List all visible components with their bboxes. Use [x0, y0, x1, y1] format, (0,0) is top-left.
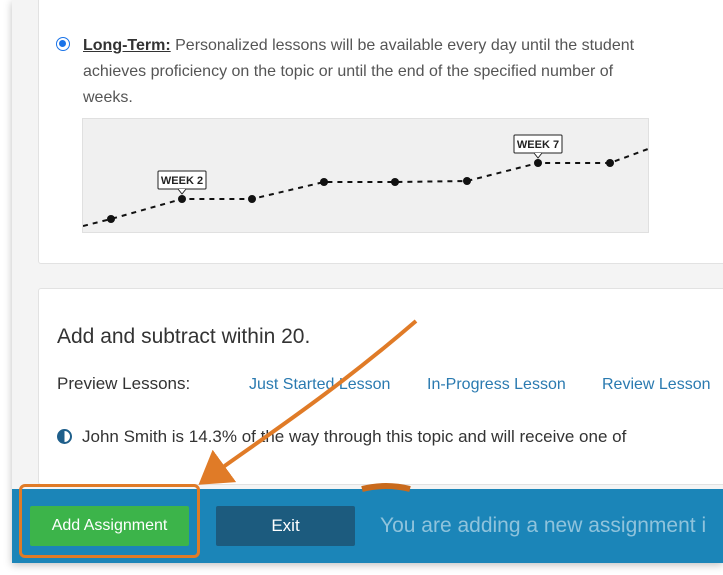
preview-lessons-label: Preview Lessons:: [57, 374, 191, 393]
timeline-point: [463, 177, 471, 185]
timeline-point: [178, 195, 186, 203]
progress-timeline: WEEK 2 WEEK 7: [82, 118, 649, 233]
progress-info: John Smith is 14.3% of the way through t…: [57, 427, 626, 447]
week-marker-label: WEEK 2: [161, 175, 203, 187]
timeline-graphic: WEEK 2 WEEK 7: [82, 134, 649, 227]
timeline-point: [391, 178, 399, 186]
timeline-point: [248, 195, 256, 203]
status-message: You are adding a new assignment i: [380, 514, 707, 537]
topic-title: Add and subtract within 20.: [57, 325, 311, 348]
week-marker: WEEK 2: [157, 170, 207, 195]
long-term-option: Long-Term: Personalized lessons will be …: [83, 33, 643, 111]
half-circle-progress-icon: [57, 429, 72, 444]
timeline-point: [107, 215, 115, 223]
just-started-lesson-link[interactable]: Just Started Lesson: [249, 376, 390, 394]
progress-text: John Smith is 14.3% of the way through t…: [82, 427, 627, 446]
timeline-point: [534, 159, 542, 167]
timeline-point: [320, 178, 328, 186]
review-lesson-link[interactable]: Review Lesson: [602, 376, 711, 394]
add-assignment-button[interactable]: Add Assignment: [30, 506, 189, 546]
in-progress-lesson-link[interactable]: In-Progress Lesson: [427, 376, 566, 394]
timeline-point: [606, 159, 614, 167]
bottom-action-bar: Add Assignment Exit You are adding a new…: [12, 489, 723, 563]
long-term-radio[interactable]: [56, 37, 70, 51]
week-marker-label: WEEK 7: [517, 139, 559, 151]
exit-button[interactable]: Exit: [216, 506, 355, 546]
week-marker: WEEK 7: [513, 134, 563, 159]
long-term-label: Long-Term:: [83, 37, 171, 54]
